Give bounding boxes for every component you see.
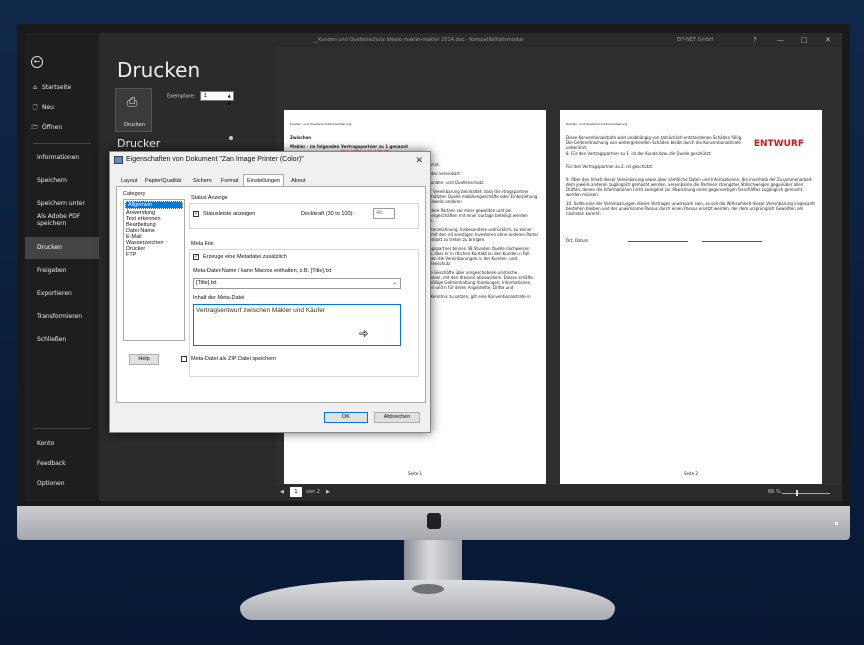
page-header: Kunden- und Quellenschutzvereinbarung — [290, 122, 352, 126]
nav-oeffnen[interactable]: 🗁 Öffnen — [25, 117, 99, 139]
print-button[interactable]: ⎙ Drucken — [115, 88, 152, 132]
window-title: __Kunden und Quellenschutz Idealo makler… — [313, 37, 524, 43]
opacity-input[interactable]: 40 — [373, 208, 395, 219]
next-page-button[interactable]: ▶ — [326, 489, 330, 495]
screen: __Kunden und Quellenschutz Idealo makler… — [25, 33, 842, 501]
maximize-button[interactable]: □ — [801, 36, 808, 44]
page-footer: Seite 2 — [684, 471, 698, 476]
page-header: Kunden- und Quellenschutzvereinbarung — [566, 122, 628, 126]
page-heading: Zwischen — [290, 135, 312, 140]
page-title: Drucken — [117, 58, 201, 82]
nav-optionen[interactable]: Optionen — [25, 473, 99, 495]
nav-speichern[interactable]: Speichern — [25, 170, 99, 192]
status-group-label: Status Anzeige — [191, 195, 228, 201]
prev-page-button[interactable]: ◀ — [280, 489, 284, 495]
meta-group-label: Meta File — [191, 241, 214, 247]
preview-page-2: Kunden- und Quellenschutzvereinbarung Di… — [560, 110, 822, 484]
meta-checkbox-label: Erzeuge eine Metadatei zusätzlich — [203, 254, 287, 260]
preview-statusbar: ◀ 1 von 2 ▶ 66 % — [276, 485, 842, 501]
nav-adobe-pdf[interactable]: Als Adobe PDF speichern — [25, 209, 87, 236]
back-arrow-icon[interactable]: ← — [31, 56, 43, 68]
nav-transformieren[interactable]: Transformieren — [25, 306, 99, 328]
settings-tab-body: Category Allgemein Anwendung Text erkenn… — [116, 186, 426, 403]
monitor-chin — [17, 506, 850, 540]
nav-startseite[interactable]: ⌂ Startseite — [25, 77, 99, 99]
status-checkbox-label: Statusleiste anzeigen — [203, 211, 256, 217]
meta-name-dropdown[interactable]: [Title].txt ⌄ — [193, 278, 401, 289]
help-button[interactable]: Help — [129, 354, 159, 365]
spinner-icon[interactable]: ▲ ▼ — [228, 92, 231, 108]
printer-icon — [114, 156, 123, 164]
nav-konto[interactable]: Konto — [25, 433, 99, 455]
nav-schliessen[interactable]: Schließen — [25, 329, 99, 351]
cancel-button[interactable]: Abbrechen — [374, 412, 420, 423]
signature-line: Ort, Datum — [566, 238, 816, 243]
meta-content-textarea[interactable]: Vertragsentwurf zwischen Makler und Käuf… — [193, 304, 401, 346]
meta-content-label: Inhalt der Meta-Datei — [193, 295, 245, 301]
category-item[interactable]: Allgemein — [125, 201, 183, 209]
help-icon[interactable]: ? — [753, 36, 757, 44]
power-led-icon — [835, 522, 838, 525]
open-folder-icon: 🗁 — [31, 124, 39, 131]
meta-name-label: Meta-Datei-Name / kann Macros enthalten,… — [193, 268, 332, 274]
home-icon: ⌂ — [33, 84, 37, 91]
backstage-sidebar: ← ⌂ Startseite 🗋 Neu 🗁 Öffnen Informationen… — [25, 33, 99, 501]
hp-logo-icon — [427, 513, 441, 529]
tab-format[interactable]: Format — [218, 176, 241, 186]
sidebar-divider — [33, 428, 91, 429]
meta-checkbox[interactable]: ✓ — [193, 254, 199, 260]
copies-label: Exemplare: — [167, 93, 196, 100]
page-number-input[interactable]: 1 — [290, 487, 302, 497]
page-footer: Seite 1 — [408, 471, 422, 476]
close-icon[interactable]: ✕ — [415, 155, 423, 166]
ok-button[interactable]: OK — [324, 412, 368, 423]
close-button[interactable]: ✕ — [825, 36, 831, 44]
tab-sichern[interactable]: Sichern — [190, 176, 215, 186]
page-count: von 2 — [306, 489, 320, 495]
mouse-cursor-icon: ➜ — [359, 328, 369, 341]
nav-exportieren[interactable]: Exportieren — [25, 283, 99, 305]
sidebar-divider — [33, 143, 91, 144]
minimize-button[interactable]: — — [777, 36, 784, 44]
printer-properties-dialog: Eigenschaften von Dokument "Zan Image Pr… — [109, 151, 431, 433]
printer-icon: ⎙ — [127, 95, 138, 110]
tab-papier-qualitaet[interactable]: Papier/Qualität — [142, 176, 184, 186]
copies-input[interactable]: 1 ▲ ▼ — [199, 91, 234, 106]
copies-control: Exemplare: 1 ▲ ▼ — [167, 91, 234, 106]
print-button-label: Drucken — [124, 122, 145, 128]
printer-heading: Drucker — [117, 137, 161, 150]
nav-informationen[interactable]: Informationen — [25, 147, 99, 169]
dialog-title: Eigenschaften von Dokument "Zan Image Pr… — [126, 156, 304, 163]
chevron-down-icon: ⌄ — [392, 280, 397, 286]
zip-checkbox[interactable] — [181, 356, 187, 362]
category-list[interactable]: Allgemein Anwendung Text erkennen Bearbe… — [123, 199, 185, 341]
status-checkbox[interactable]: ✓ — [193, 211, 199, 217]
zip-checkbox-label: Meta-Datei als ZIP Datei speichern — [191, 356, 277, 362]
nav-feedback[interactable]: Feedback — [25, 453, 99, 475]
category-label: Category — [123, 191, 146, 197]
new-document-icon: 🗋 — [32, 104, 38, 111]
tab-layout[interactable]: Layout — [118, 176, 141, 186]
zoom-slider-thumb[interactable] — [796, 490, 798, 496]
zoom-level[interactable]: 66 % — [768, 489, 781, 495]
tab-about[interactable]: About — [288, 176, 308, 186]
monitor-base — [240, 580, 615, 620]
nav-freigeben[interactable]: Freigeben — [25, 260, 99, 282]
opacity-label: Deckkraft (30 to 100): — [301, 211, 354, 217]
cable-hole — [412, 584, 444, 594]
nav-drucken[interactable]: Drucken — [25, 237, 99, 259]
page-party: Makler - im folgenden Vertragspartner zu… — [290, 144, 409, 149]
user-name[interactable]: EIT-NET GmbH — [677, 37, 713, 43]
info-icon[interactable] — [229, 136, 233, 140]
nav-neu[interactable]: 🗋 Neu — [25, 97, 99, 119]
category-item[interactable]: FTP — [124, 252, 184, 258]
zoom-slider[interactable] — [782, 493, 830, 494]
